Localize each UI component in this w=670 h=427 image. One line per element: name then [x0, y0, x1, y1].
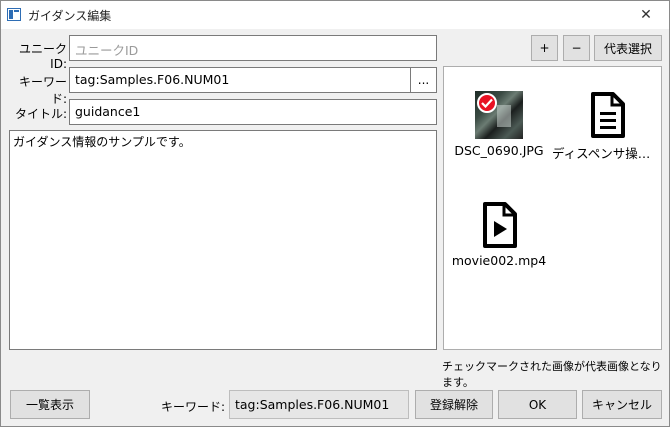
footer-keyword-label: キーワード:	[160, 400, 225, 414]
media-caption: ディスペンサ操作…	[552, 146, 662, 161]
remove-media-button[interactable]: −	[563, 35, 590, 61]
media-item-document[interactable]: ディスペンサ操作…	[552, 91, 662, 162]
representative-image-note: チェックマークされた画像が代表画像となります。	[442, 360, 662, 389]
keyword-browse-button[interactable]: ...	[410, 67, 437, 93]
close-button[interactable]: ✕	[623, 1, 669, 29]
unique-id-input[interactable]: ユニークID	[69, 35, 437, 61]
app-icon	[7, 8, 21, 21]
media-item-photo[interactable]: DSC_0690.JPG	[444, 91, 554, 158]
title-label: タイトル:	[14, 107, 67, 121]
keyword-label: キーワード:	[18, 75, 67, 106]
video-file-icon	[483, 202, 517, 248]
unique-id-label: ユニークID:	[18, 42, 67, 71]
media-item-video[interactable]: movie002.mp4	[444, 201, 554, 268]
representative-check-icon	[477, 93, 497, 113]
document-icon	[591, 92, 625, 138]
media-list[interactable]: DSC_0690.JPG ディスペンサ操作… movie002.mp4	[443, 66, 662, 350]
guidance-text-area[interactable]: ガイダンス情報のサンプルです。	[9, 130, 437, 350]
media-caption: DSC_0690.JPG	[454, 143, 544, 158]
cancel-button[interactable]: キャンセル	[582, 390, 662, 419]
unregister-button[interactable]: 登録解除	[415, 390, 493, 419]
keyword-input[interactable]: tag:Samples.F06.NUM01	[69, 67, 411, 93]
ok-button[interactable]: OK	[498, 390, 577, 419]
select-representative-button[interactable]: 代表選択	[594, 35, 662, 61]
list-view-button[interactable]: 一覧表示	[10, 390, 90, 419]
add-media-button[interactable]: +	[531, 35, 558, 61]
footer-keyword-display: tag:Samples.F06.NUM01	[229, 390, 409, 419]
window-title: ガイダンス編集	[28, 9, 112, 23]
media-caption: movie002.mp4	[451, 253, 547, 268]
title-bar: ガイダンス編集 ✕	[1, 1, 669, 29]
guidance-edit-dialog: ガイダンス編集 ✕ ユニークID: ユニークID キーワード: tag:Samp…	[0, 0, 670, 427]
title-input[interactable]: guidance1	[69, 99, 437, 125]
